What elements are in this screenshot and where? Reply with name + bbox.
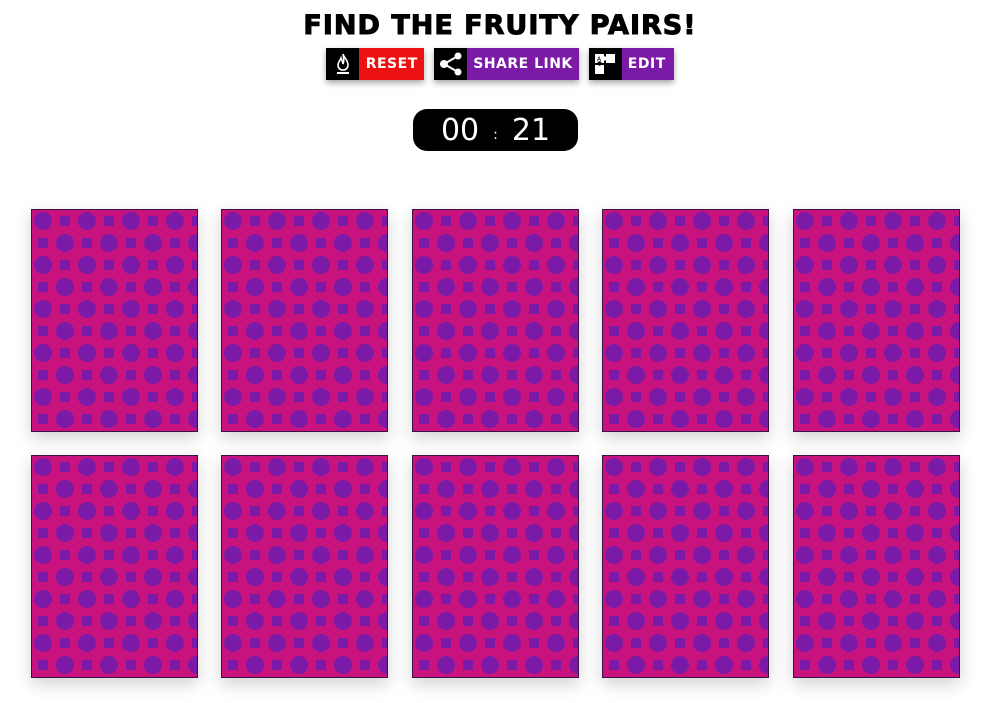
card-back-pattern	[603, 456, 768, 677]
game-title: FIND THE FRUITY PAIRS!	[303, 10, 697, 42]
card-back-pattern	[413, 456, 578, 677]
card-back-pattern	[222, 210, 387, 431]
memory-card[interactable]	[793, 455, 960, 678]
timer-seconds: 21	[511, 112, 551, 148]
game-timer: 00 : 21	[413, 109, 578, 151]
memory-card[interactable]	[602, 209, 769, 432]
memory-card[interactable]	[602, 455, 769, 678]
memory-card[interactable]	[221, 455, 388, 678]
card-back-pattern	[32, 456, 197, 677]
memory-card[interactable]	[31, 209, 198, 432]
game-page: FIND THE FRUITY PAIRS! RESET SHARE LINK …	[0, 0, 1000, 703]
share-link-label: SHARE LINK	[467, 48, 579, 80]
memory-card[interactable]	[412, 209, 579, 432]
toolbar: RESET SHARE LINK A EDIT	[0, 48, 1000, 80]
fire-icon	[326, 48, 360, 80]
edit-label: EDIT	[621, 48, 674, 80]
card-back-pattern	[794, 456, 959, 677]
memory-card[interactable]	[412, 455, 579, 678]
timer-minutes: 00	[440, 112, 480, 148]
reset-button[interactable]: RESET	[326, 48, 425, 80]
card-back-pattern	[32, 210, 197, 431]
card-back-pattern	[794, 210, 959, 431]
card-back-pattern	[413, 210, 578, 431]
card-back-pattern	[603, 210, 768, 431]
puzzle-edit-icon: A	[588, 48, 622, 80]
card-back-pattern	[222, 456, 387, 677]
share-link-button[interactable]: SHARE LINK	[434, 48, 579, 80]
edit-button[interactable]: A EDIT	[588, 48, 674, 80]
timer-separator: :	[493, 127, 498, 143]
memory-card[interactable]	[793, 209, 960, 432]
memory-card[interactable]	[221, 209, 388, 432]
share-icon	[434, 48, 468, 80]
memory-card[interactable]	[31, 455, 198, 678]
reset-label: RESET	[359, 48, 425, 80]
